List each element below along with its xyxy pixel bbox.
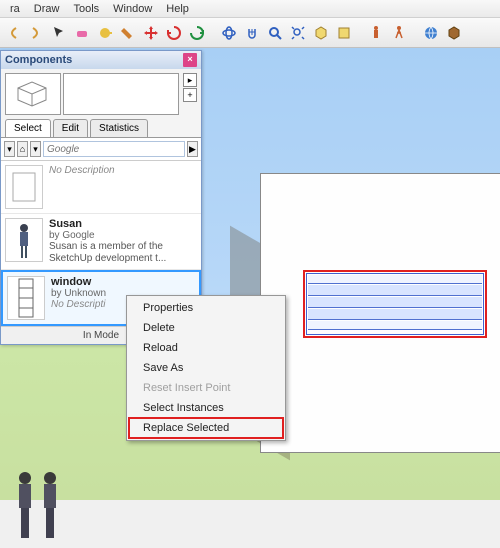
component-thumb [5,165,43,209]
component-name: Susan [49,218,197,230]
eraser-icon[interactable] [71,22,93,44]
orbit-icon[interactable] [218,22,240,44]
home-icon[interactable]: ⌂ [17,141,28,157]
pan-icon[interactable] [241,22,263,44]
menu-draw[interactable]: Draw [28,1,66,17]
menu-window[interactable]: Window [107,1,158,17]
rotate-icon[interactable] [163,22,185,44]
search-input[interactable] [43,141,185,157]
walk-icon[interactable] [388,22,410,44]
component-icon[interactable] [443,22,465,44]
tab-edit[interactable]: Edit [53,119,88,137]
tape-icon[interactable] [94,22,116,44]
warehouse-icon[interactable] [420,22,442,44]
panel-title: Components [5,54,72,66]
paint-icon[interactable] [117,22,139,44]
menu-tools[interactable]: Tools [67,1,105,17]
move-icon[interactable] [140,22,162,44]
menu-bar: ra Draw Tools Window Help [0,0,500,18]
scale-icon[interactable] [186,22,208,44]
add-icon[interactable]: + [183,88,197,102]
component-description-area [63,73,179,115]
component-thumb [7,276,45,320]
search-go-icon[interactable]: ▶ [187,141,198,157]
window-component-instance[interactable] [306,273,484,335]
ctx-replace-selected[interactable]: Replace Selected [129,418,283,438]
iso-icon[interactable] [310,22,332,44]
tab-select[interactable]: Select [5,119,51,137]
component-item-susan[interactable]: Susan by Google Susan is a member of the… [1,214,201,270]
select-icon[interactable] [48,22,70,44]
component-thumb [5,218,43,262]
component-description: No Description [49,165,197,177]
nav-dropdown-icon[interactable]: ▾ [4,141,15,157]
ctx-save-as[interactable]: Save As [129,358,283,378]
panel-titlebar[interactable]: Components × [1,51,201,69]
component-preview [5,73,61,115]
panel-tabs: Select Edit Statistics [1,119,201,138]
menu-help[interactable]: Help [160,1,195,17]
ctx-reload[interactable]: Reload [129,338,283,358]
component-item[interactable]: No Description [1,161,201,214]
context-menu: Properties Delete Reload Save As Reset I… [126,295,286,441]
component-description: Susan is a member of the SketchUp develo… [49,241,197,265]
zoom-icon[interactable] [264,22,286,44]
close-icon[interactable]: × [183,53,197,67]
section-icon[interactable] [333,22,355,44]
ctx-reset-insert-point: Reset Insert Point [129,378,283,398]
standing-icon[interactable] [365,22,387,44]
collection-dropdown-icon[interactable]: ▾ [30,141,41,157]
tab-statistics[interactable]: Statistics [90,119,148,137]
ctx-properties[interactable]: Properties [129,298,283,318]
component-author: by Google [49,230,197,241]
component-name: window [51,276,195,288]
nav-forward-icon[interactable] [25,22,47,44]
ctx-select-instances[interactable]: Select Instances [129,398,283,418]
menu-ra[interactable]: ra [4,1,26,17]
nav-back-icon[interactable] [2,22,24,44]
search-row: ▾ ⌂ ▾ ▶ [1,138,201,161]
zoom-extents-icon[interactable] [287,22,309,44]
person-figure [5,468,75,548]
expand-arrow-icon[interactable]: ▸ [183,73,197,87]
ctx-delete[interactable]: Delete [129,318,283,338]
main-toolbar [0,18,500,48]
